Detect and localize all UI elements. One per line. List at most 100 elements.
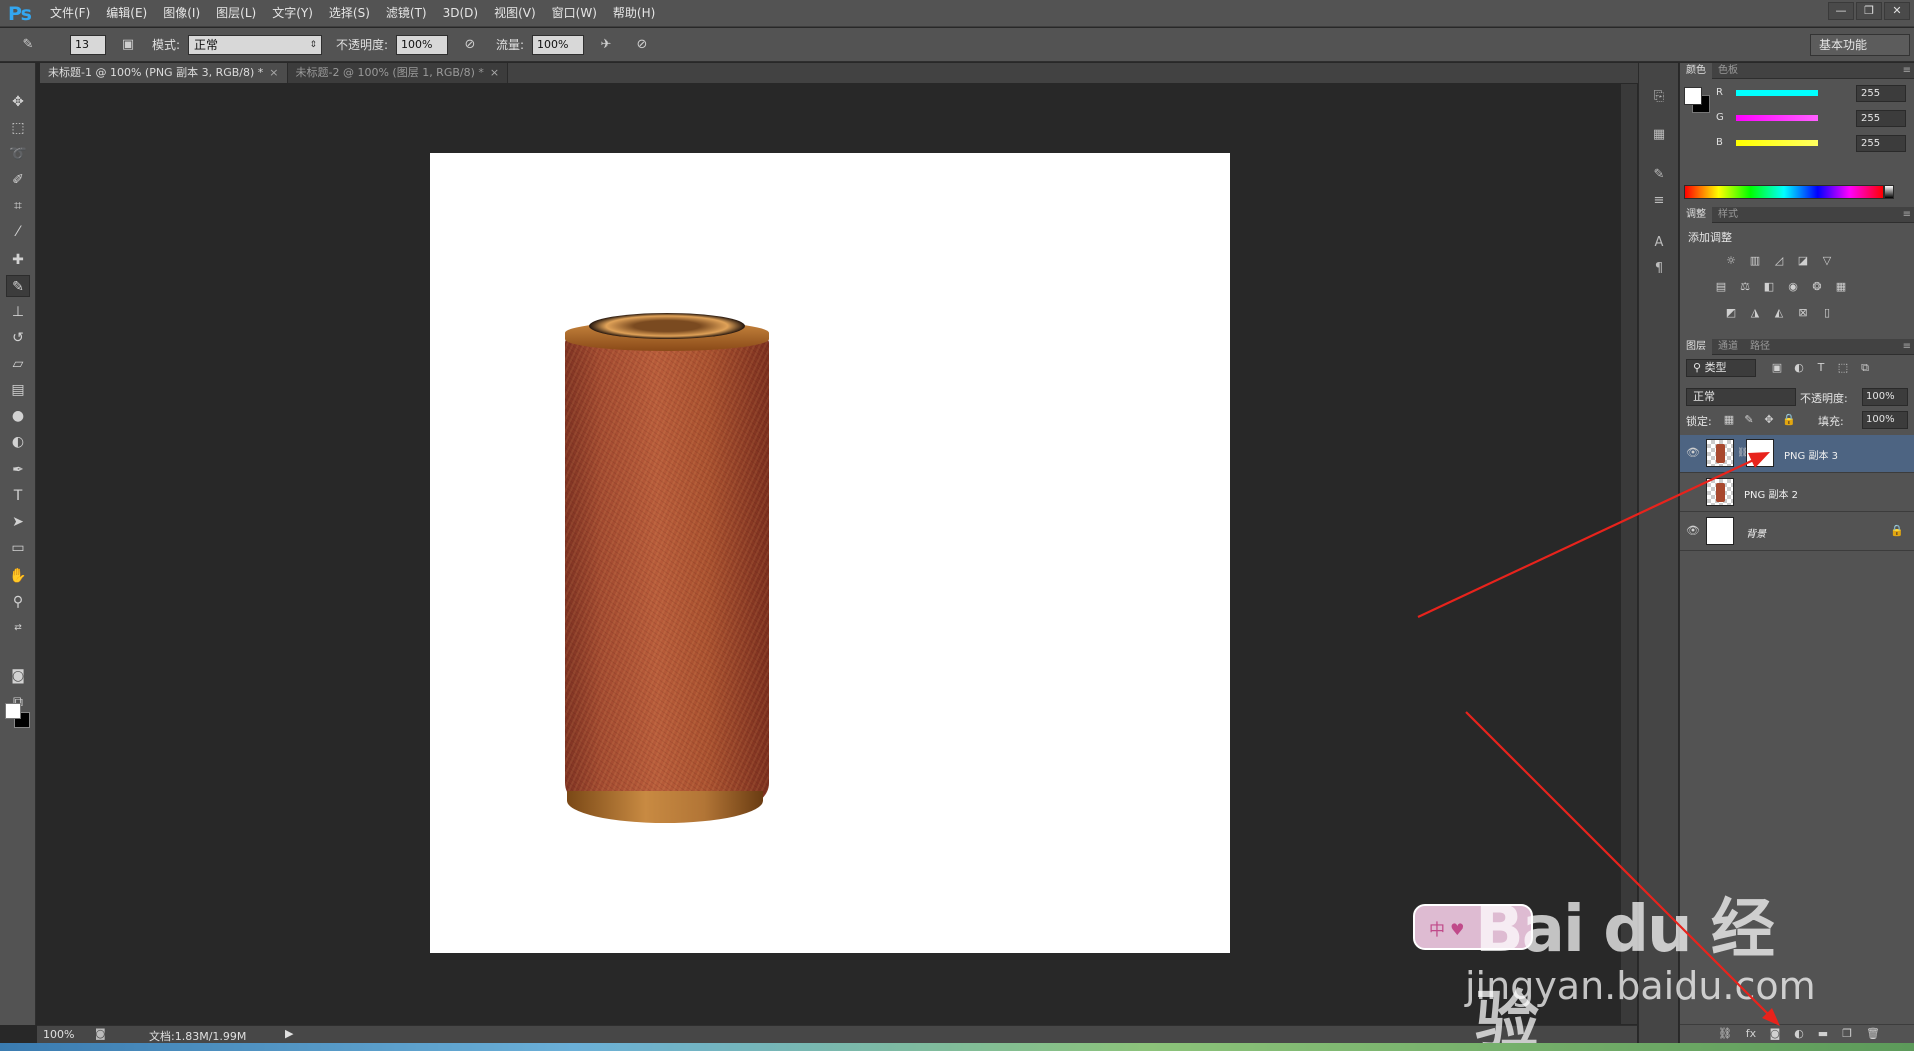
layer-filter-select[interactable]: ⚲ 类型 (1686, 359, 1756, 377)
pressure-opacity-icon[interactable]: ⊘ (460, 36, 480, 54)
status-info-icon[interactable]: ◙ (95, 1027, 106, 1040)
pen-tool-icon[interactable]: ✒ (6, 459, 30, 481)
os-taskbar[interactable] (0, 1043, 1914, 1051)
brightness-icon[interactable]: ☼ (1722, 253, 1740, 269)
tab-styles[interactable]: 样式 (1712, 207, 1744, 223)
quick-mask-icon[interactable]: ◙ (6, 665, 30, 687)
foreground-color-swatch[interactable] (5, 703, 21, 719)
type-tool-icon[interactable]: T (6, 485, 30, 507)
lock-transparent-icon[interactable]: ▦ (1720, 412, 1738, 428)
posterize-icon[interactable]: ◮ (1746, 305, 1764, 321)
brush-tool-preset-icon[interactable]: ✎ (18, 36, 38, 54)
shape-tool-icon[interactable]: ▭ (6, 537, 30, 559)
menu-select[interactable]: 选择(S) (321, 0, 378, 27)
close-icon[interactable]: × (269, 66, 278, 79)
color-lookup-icon[interactable]: ▦ (1832, 279, 1850, 295)
color-slider-r[interactable]: R 255 (1716, 85, 1906, 103)
tab-color[interactable]: 颜色 (1680, 63, 1712, 79)
eye-icon[interactable]: 👁 (1686, 446, 1700, 460)
close-button[interactable]: ✕ (1884, 2, 1910, 20)
curves-icon[interactable]: ◿ (1770, 253, 1788, 269)
eyedropper-tool-icon[interactable]: ⁄ (6, 221, 30, 243)
color-slider-b[interactable]: B 255 (1716, 135, 1906, 153)
filter-adjustment-icon[interactable]: ◐ (1790, 360, 1808, 376)
zoom-tool-icon[interactable]: ⚲ (6, 591, 30, 613)
layer-row-png-copy-2[interactable]: PNG 副本 2 (1680, 474, 1914, 512)
lock-position-icon[interactable]: ✥ (1760, 412, 1778, 428)
layer-opacity-input[interactable]: 100% (1862, 388, 1908, 406)
healing-tool-icon[interactable]: ✚ (6, 249, 30, 271)
color-balance-icon[interactable]: ⚖ (1736, 279, 1754, 295)
blur-tool-icon[interactable]: ● (6, 405, 30, 427)
lock-all-icon[interactable]: 🔒 (1780, 412, 1798, 428)
hue-saturation-icon[interactable]: ▤ (1712, 279, 1730, 295)
threshold-icon[interactable]: ◭ (1770, 305, 1788, 321)
lock-pixels-icon[interactable]: ✎ (1740, 412, 1758, 428)
menu-type[interactable]: 文字(Y) (264, 0, 321, 27)
exposure-icon[interactable]: ◪ (1794, 253, 1812, 269)
menu-3d[interactable]: 3D(D) (435, 0, 486, 27)
brush-size-picker[interactable]: 13 (70, 35, 106, 55)
panel-menu-icon[interactable]: ≡ (1903, 339, 1911, 355)
gradient-tool-icon[interactable]: ▤ (6, 379, 30, 401)
workspace-select[interactable]: 基本功能 (1810, 34, 1910, 56)
history-brush-tool-icon[interactable]: ↺ (6, 327, 30, 349)
marquee-tool-icon[interactable]: ⬚ (6, 117, 30, 139)
tab-paths[interactable]: 路径 (1744, 339, 1776, 355)
filter-type-icon[interactable]: T (1812, 360, 1830, 376)
lasso-tool-icon[interactable]: ➰ (6, 143, 30, 165)
close-icon[interactable]: × (490, 66, 499, 79)
link-layers-icon[interactable]: ⛓ (1716, 1026, 1734, 1042)
dodge-tool-icon[interactable]: ◐ (6, 431, 30, 453)
eraser-tool-icon[interactable]: ▱ (6, 353, 30, 375)
tab-adjustments[interactable]: 调整 (1680, 207, 1712, 223)
layer-row-png-copy-3[interactable]: 👁 ⛓ PNG 副本 3 (1680, 435, 1914, 473)
fill-input[interactable]: 100% (1862, 411, 1908, 429)
menu-file[interactable]: 文件(F) (42, 0, 98, 27)
history-panel-icon[interactable]: ⎘ (1649, 87, 1669, 107)
channel-value[interactable]: 255 (1856, 135, 1906, 152)
panel-menu-icon[interactable]: ≡ (1903, 207, 1911, 223)
menu-help[interactable]: 帮助(H) (605, 0, 663, 27)
slider-track[interactable] (1736, 90, 1818, 96)
brush-tool-icon[interactable]: ✎ (6, 275, 30, 297)
pressure-size-icon[interactable]: ⊘ (632, 36, 652, 54)
properties-panel-icon[interactable]: ▦ (1649, 125, 1669, 145)
layer-blend-mode-select[interactable]: 正常 (1686, 388, 1796, 406)
filter-smart-icon[interactable]: ⧉ (1856, 360, 1874, 376)
tab-layers[interactable]: 图层 (1680, 339, 1712, 355)
invert-icon[interactable]: ◩ (1722, 305, 1740, 321)
filter-shape-icon[interactable]: ⬚ (1834, 360, 1852, 376)
tab-channels[interactable]: 通道 (1712, 339, 1744, 355)
new-group-icon[interactable]: ▬ (1814, 1026, 1832, 1042)
brush-presets-icon[interactable]: ≡ (1649, 191, 1669, 211)
opacity-input[interactable]: 100% (396, 35, 448, 55)
color-spectrum[interactable] (1684, 185, 1884, 199)
document-canvas[interactable] (430, 153, 1230, 953)
status-menu-arrow-icon[interactable]: ▶ (285, 1027, 293, 1040)
channel-value[interactable]: 255 (1856, 85, 1906, 102)
channel-value[interactable]: 255 (1856, 110, 1906, 127)
menu-image[interactable]: 图像(I) (155, 0, 208, 27)
color-spectrum-bw[interactable] (1884, 185, 1894, 199)
delete-layer-icon[interactable]: 🗑 (1864, 1026, 1882, 1042)
restore-button[interactable]: ❐ (1856, 2, 1882, 20)
channel-mixer-icon[interactable]: ❂ (1808, 279, 1826, 295)
new-adjustment-icon[interactable]: ◐ (1790, 1026, 1808, 1042)
canvas-area[interactable] (37, 84, 1637, 1024)
tab-document-1[interactable]: 未标题-1 @ 100% (PNG 副本 3, RGB/8) * × (40, 63, 288, 83)
path-select-tool-icon[interactable]: ➤ (6, 511, 30, 533)
eye-icon[interactable]: 👁 (1686, 524, 1700, 538)
quick-select-tool-icon[interactable]: ✐ (6, 169, 30, 191)
color-foreground-swatch[interactable] (1684, 87, 1702, 105)
add-mask-icon[interactable]: ◙ (1766, 1026, 1784, 1042)
menu-view[interactable]: 视图(V) (486, 0, 544, 27)
layer-mask-thumbnail[interactable] (1746, 439, 1774, 467)
fx-icon[interactable]: fx (1742, 1026, 1760, 1042)
move-tool-icon[interactable]: ✥ (6, 91, 30, 113)
stamp-tool-icon[interactable]: ⊥ (6, 301, 30, 323)
airbrush-icon[interactable]: ✈ (596, 36, 616, 54)
eye-hidden-icon[interactable] (1686, 485, 1700, 499)
zoom-level[interactable]: 100% (43, 1028, 74, 1041)
panel-menu-icon[interactable]: ≡ (1903, 63, 1911, 79)
